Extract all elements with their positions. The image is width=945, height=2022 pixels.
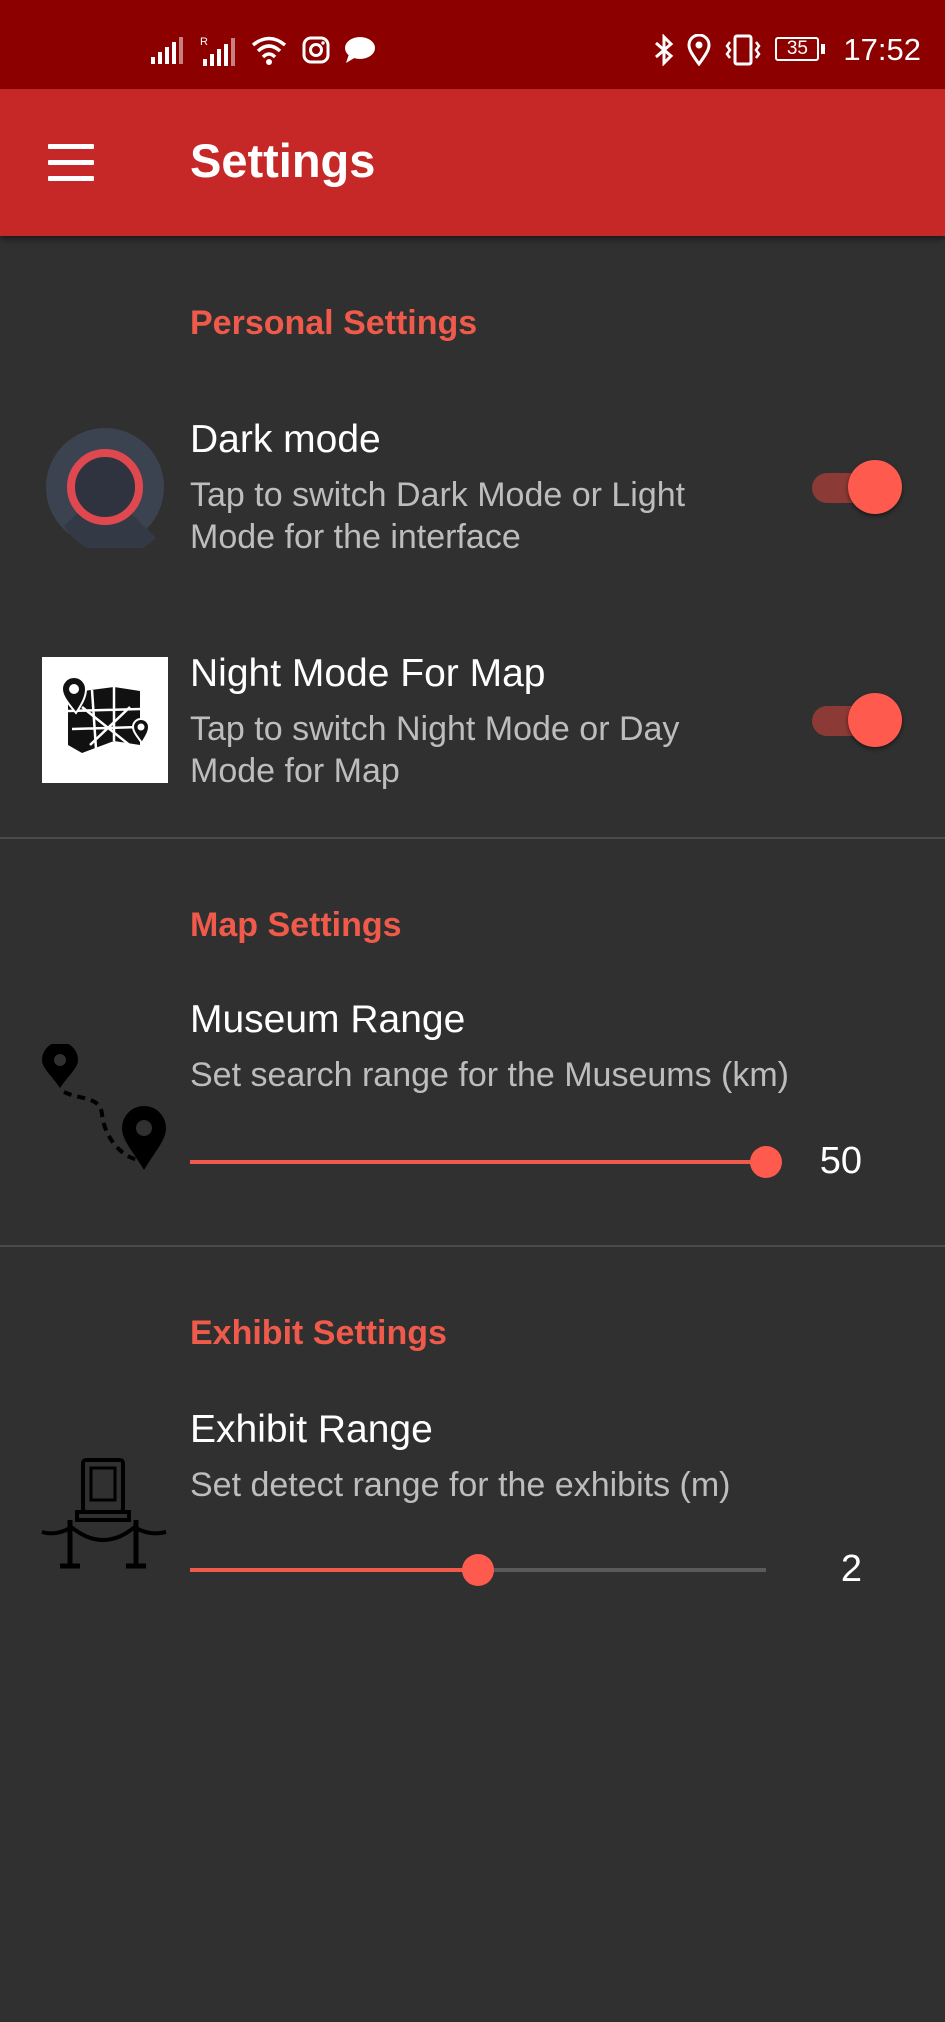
setting-title: Night Mode For Map [190, 652, 546, 695]
setting-subtitle: Tap to switch Night Mode or Day Mode for… [190, 710, 680, 790]
location-icon [687, 34, 711, 66]
museum-range-value: 50 [819, 1140, 862, 1182]
signal-icon [151, 37, 183, 64]
divider [0, 837, 945, 839]
setting-subtitle: Set detect range for the exhibits (m) [190, 1466, 731, 1504]
museum-range-slider[interactable] [190, 1142, 782, 1182]
divider [0, 1245, 945, 1247]
vibrate-icon [725, 34, 761, 66]
section-title-personal: Personal Settings [190, 304, 478, 342]
setting-title: Museum Range [190, 998, 466, 1041]
app-bar: Settings [0, 89, 945, 236]
circle-theme-icon [46, 428, 164, 548]
signal-roaming-icon: R [200, 36, 235, 66]
chat-icon [345, 37, 375, 63]
dark-mode-toggle[interactable] [810, 460, 902, 514]
menu-icon[interactable] [40, 139, 100, 187]
instagram-icon [302, 36, 330, 64]
section-title-map: Map Settings [190, 906, 402, 944]
setting-title: Exhibit Range [190, 1408, 433, 1451]
setting-subtitle: Tap to switch Dark Mode or Light Mode fo… [190, 476, 686, 556]
svg-text:R: R [200, 36, 208, 48]
route-pins-icon [42, 1044, 166, 1170]
battery-icon: 35 [775, 37, 827, 63]
page-title: Settings [190, 134, 376, 187]
bluetooth-icon [655, 34, 674, 66]
status-bar: R 35 17:52 [0, 0, 945, 89]
wifi-icon [251, 36, 287, 65]
night-mode-map-toggle[interactable] [810, 693, 902, 747]
exhibit-range-slider[interactable] [190, 1550, 770, 1590]
setting-title: Dark mode [190, 418, 381, 461]
clock: 17:52 [843, 32, 921, 67]
battery-level: 35 [786, 38, 808, 59]
exhibit-range-value: 2 [840, 1548, 862, 1590]
setting-subtitle: Set search range for the Museums (km) [190, 1056, 790, 1094]
section-title-exhibit: Exhibit Settings [190, 1314, 447, 1352]
exhibit-stanchion-icon [41, 1458, 167, 1569]
map-pin-icon [42, 657, 168, 783]
